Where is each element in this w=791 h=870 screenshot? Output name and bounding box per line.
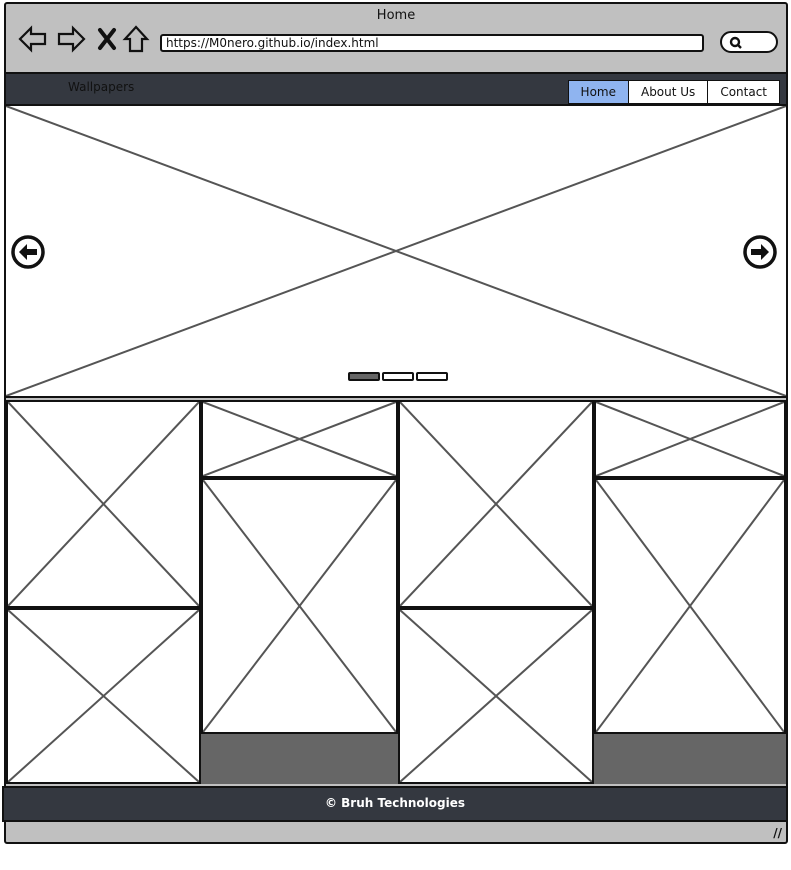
- carousel-indicator[interactable]: [382, 372, 414, 381]
- nav-links: Home About Us Contact: [567, 80, 780, 104]
- carousel-indicator[interactable]: [348, 372, 380, 381]
- url-text: https://M0nero.github.io/index.html: [166, 36, 379, 50]
- gallery-empty-space: [201, 734, 398, 784]
- gallery-image-placeholder[interactable]: [594, 400, 786, 478]
- gallery-image-placeholder[interactable]: [6, 608, 201, 784]
- arrow-right-circle-icon[interactable]: [742, 234, 778, 270]
- window-title: Home: [376, 8, 416, 23]
- carousel-indicator[interactable]: [416, 372, 448, 381]
- carousel-indicators: [348, 372, 450, 381]
- back-arrow-icon[interactable]: [18, 24, 48, 58]
- arrow-left-circle-icon[interactable]: [10, 234, 46, 270]
- resize-grip-icon[interactable]: //: [773, 826, 782, 840]
- brand-name[interactable]: Wallpapers: [68, 80, 134, 94]
- gallery-image-placeholder[interactable]: [201, 400, 398, 478]
- carousel-image-placeholder: [6, 106, 786, 396]
- nav-link-home[interactable]: Home: [567, 80, 629, 104]
- home-icon[interactable]: [122, 24, 150, 58]
- search-icon: [729, 36, 742, 49]
- gallery-image-placeholder[interactable]: [594, 478, 786, 734]
- site-navbar: Wallpapers Home About Us Contact: [6, 72, 786, 106]
- site-footer: © Bruh Technologies: [2, 786, 788, 822]
- hero-carousel: [6, 106, 786, 398]
- nav-link-about[interactable]: About Us: [627, 80, 709, 104]
- gallery-image-placeholder[interactable]: [6, 400, 201, 608]
- search-button[interactable]: [720, 31, 778, 53]
- nav-link-contact[interactable]: Contact: [707, 80, 780, 104]
- close-icon[interactable]: [96, 26, 118, 56]
- browser-window: Home https://M0nero.github.io/index.html…: [2, 2, 788, 844]
- gallery-image-placeholder[interactable]: [201, 478, 398, 734]
- wallpaper-gallery: [6, 400, 786, 784]
- gallery-image-placeholder[interactable]: [398, 608, 594, 784]
- forward-arrow-icon[interactable]: [56, 24, 86, 58]
- gallery-image-placeholder[interactable]: [398, 400, 594, 608]
- footer-text: © Bruh Technologies: [324, 796, 466, 810]
- address-bar[interactable]: https://M0nero.github.io/index.html: [160, 34, 704, 52]
- gallery-empty-space: [594, 734, 786, 784]
